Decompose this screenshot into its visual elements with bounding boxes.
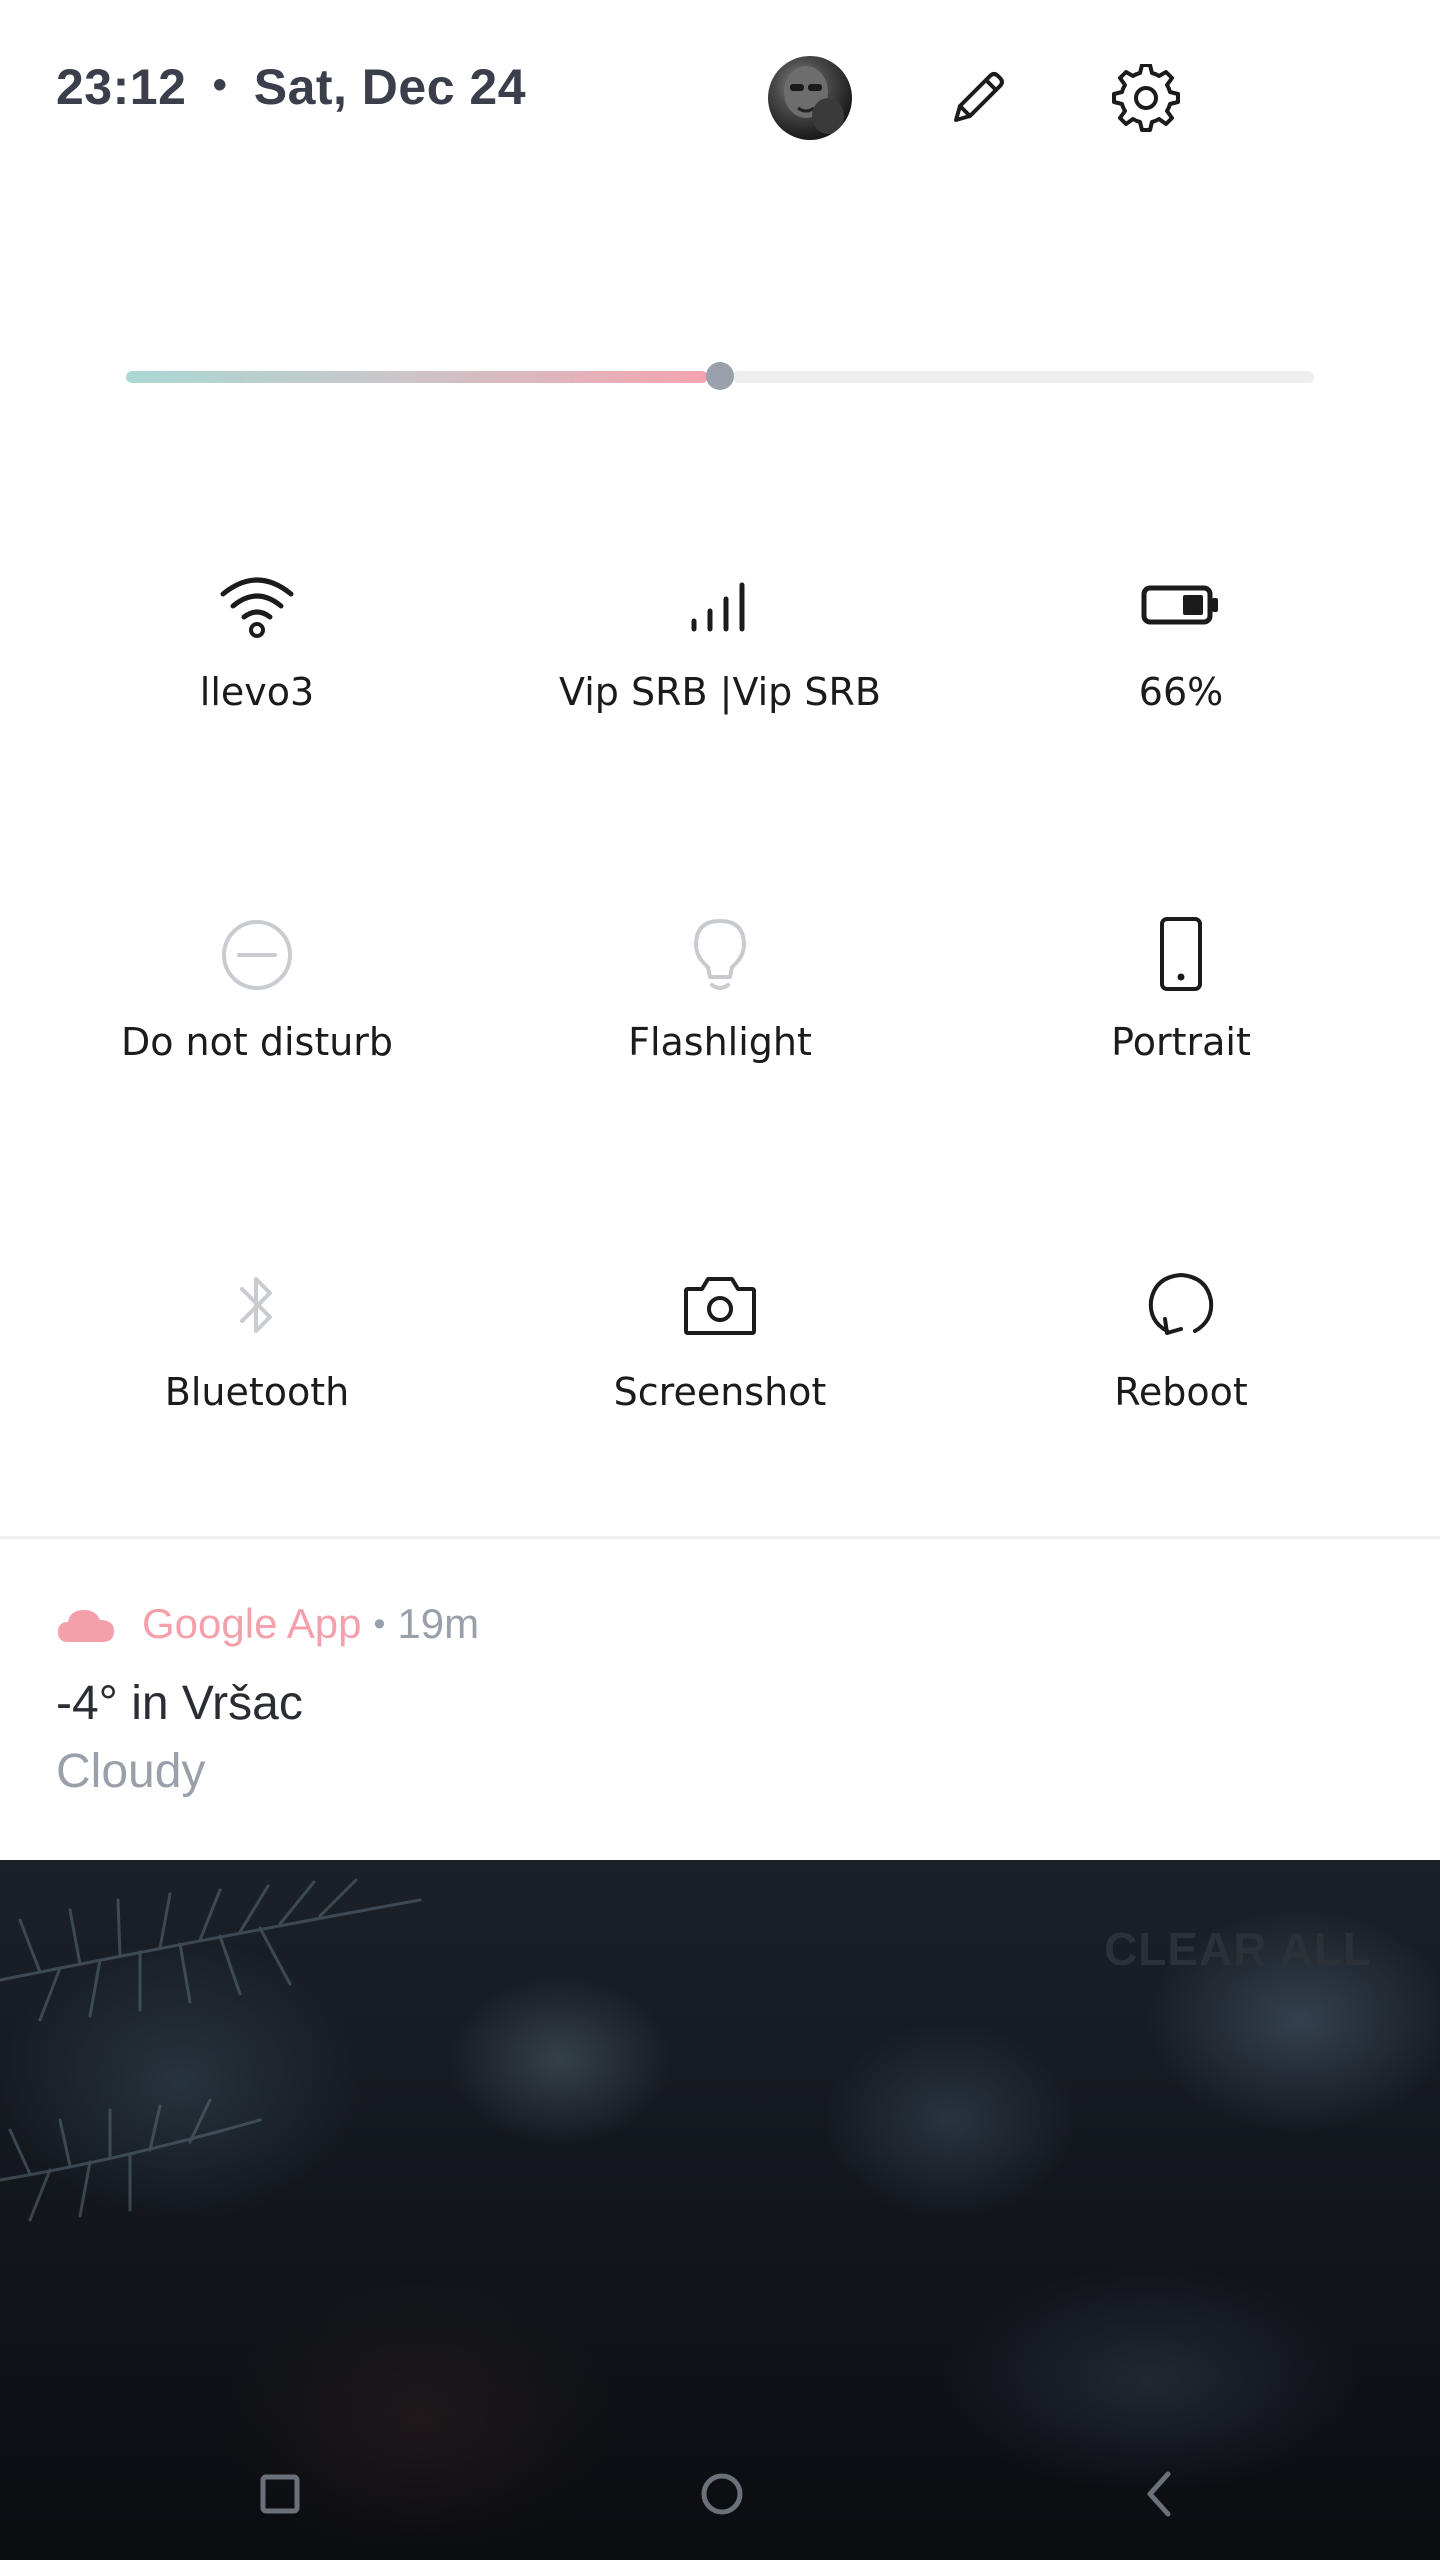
brightness-track-filled xyxy=(126,371,708,383)
cellular-signal-icon xyxy=(675,560,765,650)
avatar-photo xyxy=(784,66,844,134)
quick-settings-panel: 23:12 • Sat, Dec 24 llevo3 Vip SRB |Vip … xyxy=(0,0,1440,1860)
tile-label: Bluetooth xyxy=(164,1370,350,1414)
tile-label: Do not disturb xyxy=(120,1020,394,1064)
brightness-slider[interactable] xyxy=(126,360,1314,392)
battery-icon xyxy=(1136,560,1226,650)
do-not-disturb-icon xyxy=(212,910,302,1000)
notification-text[interactable]: Cloudy xyxy=(56,1744,205,1799)
tile-label: 66% xyxy=(1138,670,1224,714)
reboot-icon xyxy=(1136,1260,1226,1350)
tile-do-not-disturb[interactable]: Do not disturb xyxy=(27,910,487,1160)
tile-label: Reboot xyxy=(1114,1370,1248,1414)
notification-app-name: Google App xyxy=(142,1600,362,1647)
settings-gear-icon[interactable] xyxy=(1112,63,1180,132)
flashlight-bulb-icon xyxy=(675,910,765,1000)
clear-all-button[interactable]: CLEAR ALL xyxy=(1104,1922,1372,1976)
brightness-thumb[interactable] xyxy=(706,362,734,390)
bluetooth-icon xyxy=(212,1260,302,1350)
recents-square-icon[interactable] xyxy=(254,2468,306,2520)
tile-reboot[interactable]: Reboot xyxy=(951,1260,1411,1510)
back-chevron-icon[interactable] xyxy=(1136,2466,1184,2522)
notification-age: 19m xyxy=(397,1600,480,1647)
tile-screenshot[interactable]: Screenshot xyxy=(490,1260,950,1510)
tile-label: Portrait xyxy=(1111,1020,1251,1064)
brightness-track-empty xyxy=(732,371,1314,383)
tile-cellular[interactable]: Vip SRB |Vip SRB xyxy=(490,560,950,810)
divider xyxy=(0,1536,1440,1539)
notification-title[interactable]: -4° in Vršac xyxy=(56,1676,303,1731)
tile-wifi[interactable]: llevo3 xyxy=(27,560,487,810)
clock-time: 23:12 xyxy=(56,59,187,115)
tile-flashlight[interactable]: Flashlight xyxy=(490,910,950,1160)
tile-battery[interactable]: 66% xyxy=(951,560,1411,810)
cloud-icon xyxy=(56,1604,116,1644)
avatar[interactable] xyxy=(768,56,852,140)
tile-label: Flashlight xyxy=(628,1020,812,1064)
tile-label: Vip SRB |Vip SRB xyxy=(559,670,881,714)
camera-icon xyxy=(675,1260,765,1350)
notification-header[interactable]: Google App • 19m xyxy=(56,1596,479,1652)
header-time-date: 23:12 • Sat, Dec 24 xyxy=(56,58,526,116)
header-separator: • xyxy=(212,63,228,107)
wifi-icon xyxy=(212,560,302,650)
tile-bluetooth[interactable]: Bluetooth xyxy=(27,1260,487,1510)
portrait-phone-icon xyxy=(1136,910,1226,1000)
edit-icon[interactable] xyxy=(944,64,1012,132)
clock-date: Sat, Dec 24 xyxy=(253,59,527,115)
tile-label: Screenshot xyxy=(613,1370,827,1414)
tile-label: llevo3 xyxy=(199,670,315,714)
notification-separator: • xyxy=(373,1604,386,1643)
tile-portrait[interactable]: Portrait xyxy=(951,910,1411,1160)
home-circle-icon[interactable] xyxy=(694,2466,750,2522)
